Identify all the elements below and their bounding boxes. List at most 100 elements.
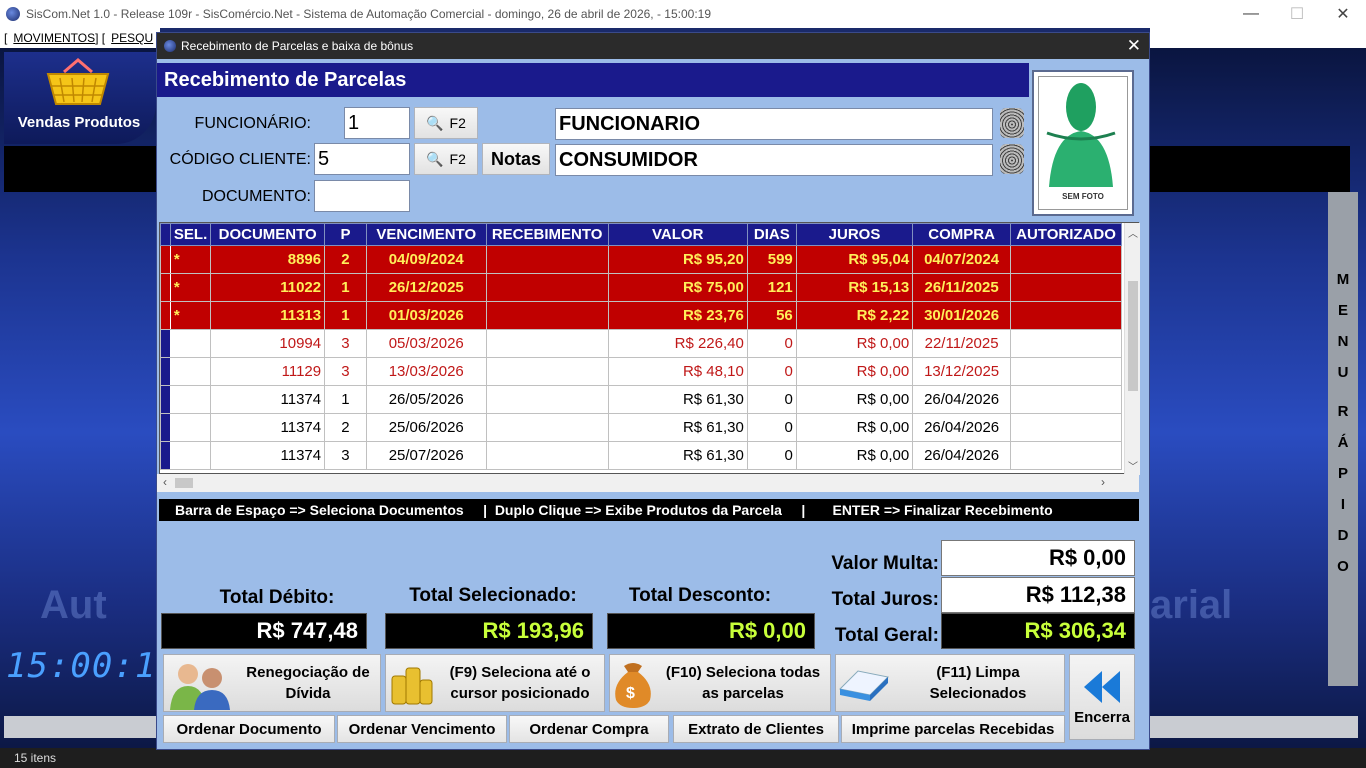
cell-dias: 0 [746, 329, 797, 358]
cell-sel [169, 329, 212, 358]
col-juros[interactable]: JUROS [795, 223, 914, 246]
cell-recebimento [485, 245, 609, 274]
scroll-thumb[interactable] [1128, 281, 1138, 391]
f9-button[interactable]: (F9) Seleciona até o cursor posicionado [385, 654, 605, 712]
total-debito-value: R$ 747,48 [161, 613, 367, 649]
app-title: SisCom.Net 1.0 - Release 109r - SisComér… [26, 7, 711, 21]
close-icon[interactable]: ✕ [1320, 0, 1366, 28]
table-row[interactable]: * 8896 2 04/09/2024 R$ 95,20 599 R$ 95,04 04/07… [160, 245, 1122, 274]
scroll-up-icon[interactable]: ︿ [1128, 225, 1138, 240]
cell-documento: 11374 [210, 441, 326, 470]
bottom-strip-left [4, 716, 156, 738]
keyboard-hint: Barra de Espaço => Seleciona Documentos … [159, 499, 1139, 521]
f11-button[interactable]: (F11) Limpa Selecionados [835, 654, 1065, 712]
maximize-icon[interactable]: ☐ [1274, 0, 1320, 28]
col-p[interactable]: P [324, 223, 367, 246]
valor-multa-value[interactable]: R$ 0,00 [941, 540, 1135, 576]
col-sel[interactable]: SEL. [169, 223, 212, 246]
table-row[interactable]: 11374 3 25/07/2026 R$ 61,30 0 R$ 0,00 26/04/20… [160, 441, 1122, 470]
scroll-left-icon[interactable]: ‹ [163, 475, 167, 489]
funcionario-search-button[interactable]: 🔍 F2 [414, 107, 478, 139]
menu-pesquisa[interactable]: PESQU [111, 31, 153, 45]
vertical-scrollbar[interactable]: ︿ ﹀ [1124, 223, 1140, 475]
row-indicator [160, 329, 171, 358]
col-compra[interactable]: COMPRA [912, 223, 1012, 246]
menu-rapido-letter: R [1337, 403, 1349, 420]
cell-autorizado [1010, 273, 1122, 302]
cell-valor: R$ 226,40 [607, 329, 748, 358]
row-indicator [160, 385, 171, 414]
parcelas-grid[interactable]: SEL. DOCUMENTO P VENCIMENTO RECEBIMENTO … [159, 222, 1140, 475]
cell-compra: 26/11/2025 [912, 273, 1012, 302]
scroll-right-icon[interactable]: › [1101, 475, 1105, 489]
table-row[interactable]: * 11313 1 01/03/2026 R$ 23,76 56 R$ 2,22 30/01/… [160, 301, 1122, 330]
indicator-header [160, 223, 171, 246]
cliente-search-button[interactable]: 🔍 F2 [414, 143, 478, 175]
fingerprint-icon[interactable] [1000, 108, 1024, 138]
menu-rapido-letter: N [1337, 333, 1349, 350]
cell-dias: 599 [746, 245, 797, 274]
bottom-strip-right [1150, 716, 1358, 738]
hscroll-thumb[interactable] [175, 478, 193, 488]
funcionario-input[interactable]: 1 [344, 107, 410, 139]
table-row[interactable]: 11374 1 26/05/2026 R$ 61,30 0 R$ 0,00 26/04/20… [160, 385, 1122, 414]
cell-vencimento: 04/09/2024 [365, 245, 487, 274]
scroll-down-icon[interactable]: ﹀ [1128, 458, 1138, 473]
ordenar-vencimento-button[interactable]: Ordenar Vencimento [337, 715, 507, 743]
ordenar-documento-button[interactable]: Ordenar Documento [163, 715, 335, 743]
col-vencimento[interactable]: VENCIMENTO [365, 223, 487, 246]
f2-label: F2 [449, 115, 466, 131]
col-autorizado[interactable]: AUTORIZADO [1010, 223, 1122, 246]
renegociacao-button[interactable]: Renegociação de Dívida [163, 654, 381, 712]
cell-valor: R$ 95,20 [607, 245, 748, 274]
fingerprint-icon[interactable] [1000, 144, 1024, 174]
svg-text:$: $ [626, 685, 635, 702]
menu-rapido-letter: Á [1337, 434, 1349, 451]
col-valor[interactable]: VALOR [607, 223, 748, 246]
table-row[interactable]: 10994 3 05/03/2026 R$ 226,40 0 R$ 0,00 22/11/2… [160, 329, 1122, 358]
imprime-parcelas-button[interactable]: Imprime parcelas Recebidas [841, 715, 1065, 743]
extrato-clientes-button[interactable]: Extrato de Clientes [673, 715, 839, 743]
encerra-button[interactable]: Encerra [1069, 654, 1135, 740]
row-indicator [160, 441, 171, 470]
ordenar-compra-button[interactable]: Ordenar Compra [509, 715, 669, 743]
cell-valor: R$ 61,30 [607, 385, 748, 414]
documento-input[interactable] [314, 180, 410, 212]
col-documento[interactable]: DOCUMENTO [210, 223, 326, 246]
menu-rapido[interactable]: MENU RÁPIDO [1328, 192, 1358, 686]
cell-autorizado [1010, 245, 1122, 274]
menu-movimentos[interactable]: MOVIMENTOS [13, 31, 95, 45]
f10-button[interactable]: $ (F10) Seleciona todas as parcelas [609, 654, 831, 712]
cell-sel [169, 385, 212, 414]
vendas-produtos-label: Vendas Produtos [17, 114, 141, 131]
valor-multa-label: Valor Multa: [831, 553, 939, 574]
cell-compra: 26/04/2026 [912, 441, 1012, 470]
cell-autorizado [1010, 329, 1122, 358]
row-indicator [160, 357, 171, 386]
cell-juros: R$ 0,00 [795, 413, 914, 442]
cell-p: 1 [324, 385, 367, 414]
col-recebimento[interactable]: RECEBIMENTO [485, 223, 609, 246]
cell-vencimento: 26/12/2025 [365, 273, 487, 302]
table-row[interactable]: 11129 3 13/03/2026 R$ 48,10 0 R$ 0,00 13/12/20… [160, 357, 1122, 386]
cell-vencimento: 26/05/2026 [365, 385, 487, 414]
horizontal-scrollbar[interactable]: ‹ › [157, 474, 1139, 492]
cell-juros: R$ 0,00 [795, 441, 914, 470]
cell-sel [169, 441, 212, 470]
notas-button[interactable]: Notas [482, 143, 550, 175]
table-row[interactable]: * 11022 1 26/12/2025 R$ 75,00 121 R$ 15,13 26/1… [160, 273, 1122, 302]
eraser-icon [838, 670, 890, 701]
total-juros-label: Total Juros: [831, 589, 939, 610]
minimize-icon[interactable]: — [1228, 0, 1274, 28]
clock: 15:00:19 [6, 646, 178, 686]
col-dias[interactable]: DIAS [746, 223, 797, 246]
cell-recebimento [485, 301, 609, 330]
dialog-close-icon[interactable]: ✕ [1127, 36, 1141, 56]
total-selecionado-value: R$ 193,96 [385, 613, 593, 649]
background-text-left: Aut [40, 583, 107, 627]
money-bag-icon: $ [615, 663, 651, 708]
cliente-input[interactable]: 5 [314, 143, 410, 175]
table-row[interactable]: 11374 2 25/06/2026 R$ 61,30 0 R$ 0,00 26/04/20… [160, 413, 1122, 442]
cell-valor: R$ 75,00 [607, 273, 748, 302]
rewind-icon [1084, 670, 1120, 703]
